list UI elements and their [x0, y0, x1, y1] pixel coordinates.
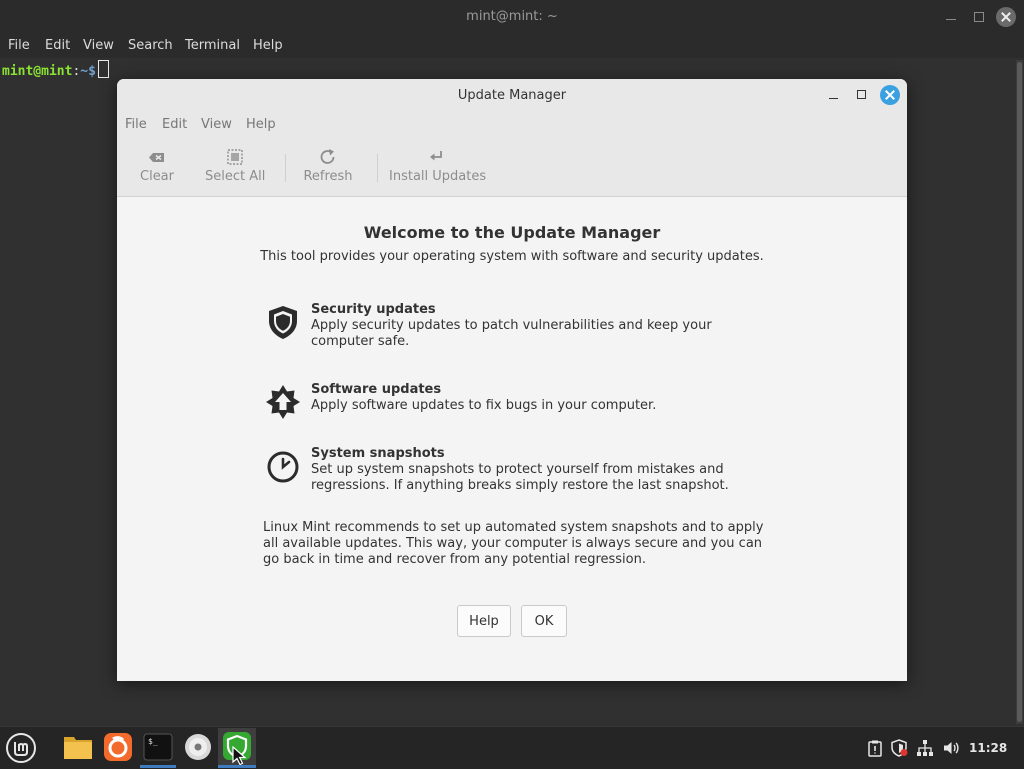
mouse-cursor-icon [232, 746, 247, 766]
terminal-prompt: mint@mint:~$ [2, 60, 109, 81]
feature-security: Security updates Apply security updates … [263, 302, 763, 349]
terminal-menu-terminal[interactable]: Terminal [185, 38, 240, 53]
feature-title: System snapshots [311, 446, 445, 461]
toolbar-separator [285, 154, 286, 182]
shield-tray-icon[interactable] [890, 739, 908, 757]
terminal-menu-edit[interactable]: Edit [45, 38, 70, 53]
prompt-path: ~$ [80, 64, 96, 79]
terminal-titlebar: mint@mint: ~ [0, 0, 1024, 34]
disc-icon[interactable] [182, 731, 214, 763]
close-button[interactable] [880, 85, 900, 105]
volume-icon[interactable] [942, 739, 960, 757]
ok-button[interactable]: OK [521, 605, 567, 637]
install-updates-button[interactable]: Install Updates [389, 147, 487, 189]
menu-file[interactable]: File [125, 117, 147, 132]
clock-icon [267, 451, 299, 483]
taskbar: $_ 11:28 [0, 726, 1024, 769]
menu-help[interactable]: Help [246, 117, 276, 132]
refresh-icon [320, 149, 335, 164]
feature-description: Apply software updates to fix bugs in yo… [311, 398, 657, 413]
svg-text:$_: $_ [148, 737, 158, 746]
help-button[interactable]: Help [457, 605, 511, 637]
toolbar-separator [377, 154, 378, 182]
minimize-button[interactable] [827, 87, 841, 103]
update-manager-header: Update Manager File Edit View Help Clear… [117, 79, 907, 197]
maximize-button[interactable] [855, 87, 869, 103]
select-all-button[interactable]: Select All [205, 147, 265, 189]
terminal-menu-file[interactable]: File [8, 38, 30, 53]
welcome-page: Welcome to the Update Manager This tool … [117, 197, 907, 681]
menu-view[interactable]: View [201, 117, 232, 132]
refresh-button[interactable]: Refresh [303, 147, 353, 189]
clock[interactable]: 11:28 [969, 741, 1007, 755]
firefox-icon[interactable] [102, 731, 134, 763]
feature-snapshots: System snapshots Set up system snapshots… [263, 446, 763, 493]
files-icon[interactable] [62, 731, 94, 763]
terminal-menu-view[interactable]: View [83, 38, 114, 53]
feature-title: Software updates [311, 382, 442, 397]
install-icon [430, 151, 442, 161]
window-title: Update Manager [457, 88, 567, 103]
menu-edit[interactable]: Edit [162, 117, 187, 132]
terminal-scrollbar-thumb[interactable] [1017, 62, 1022, 722]
welcome-title: Welcome to the Update Manager [363, 223, 661, 242]
update-manager-taskbar-button[interactable] [218, 728, 256, 766]
install-updates-label: Install Updates [389, 169, 487, 184]
network-icon[interactable] [916, 739, 934, 757]
terminal-icon[interactable]: $_ [142, 731, 174, 763]
feature-title: Security updates [311, 302, 436, 317]
terminal-scrollbar[interactable] [1016, 60, 1023, 724]
select-all-label: Select All [205, 169, 266, 184]
terminal-close-button[interactable] [996, 7, 1016, 27]
refresh-label: Refresh [303, 169, 353, 184]
menu-icon[interactable] [5, 732, 37, 764]
select-all-icon [227, 149, 243, 165]
prompt-user: mint@mint [2, 64, 73, 79]
recommendation-text: Linux Mint recommends to set up automate… [263, 520, 764, 567]
terminal-maximize-button[interactable] [970, 8, 988, 26]
shield-icon [269, 306, 297, 339]
clear-icon [149, 153, 164, 162]
star-upload-icon [266, 385, 300, 419]
feature-software: Software updates Apply software updates … [263, 382, 763, 422]
welcome-subtitle: This tool provides your operating system… [260, 249, 764, 264]
clear-label: Clear [140, 169, 174, 184]
terminal-minimize-button[interactable] [942, 8, 960, 26]
feature-description: Set up system snapshots to protect yours… [311, 462, 729, 493]
update-manager-window: Update Manager File Edit View Help Clear… [117, 79, 907, 681]
terminal-title: mint@mint: ~ [466, 9, 558, 24]
terminal-cursor [97, 60, 109, 78]
clipboard-icon[interactable] [866, 739, 884, 757]
terminal-menubar: File Edit View Search Terminal Help [0, 34, 1024, 58]
terminal-menu-search[interactable]: Search [128, 38, 173, 53]
terminal-menu-help[interactable]: Help [253, 38, 283, 53]
clear-button[interactable]: Clear [137, 147, 177, 189]
feature-description: Apply security updates to patch vulnerab… [311, 318, 712, 349]
